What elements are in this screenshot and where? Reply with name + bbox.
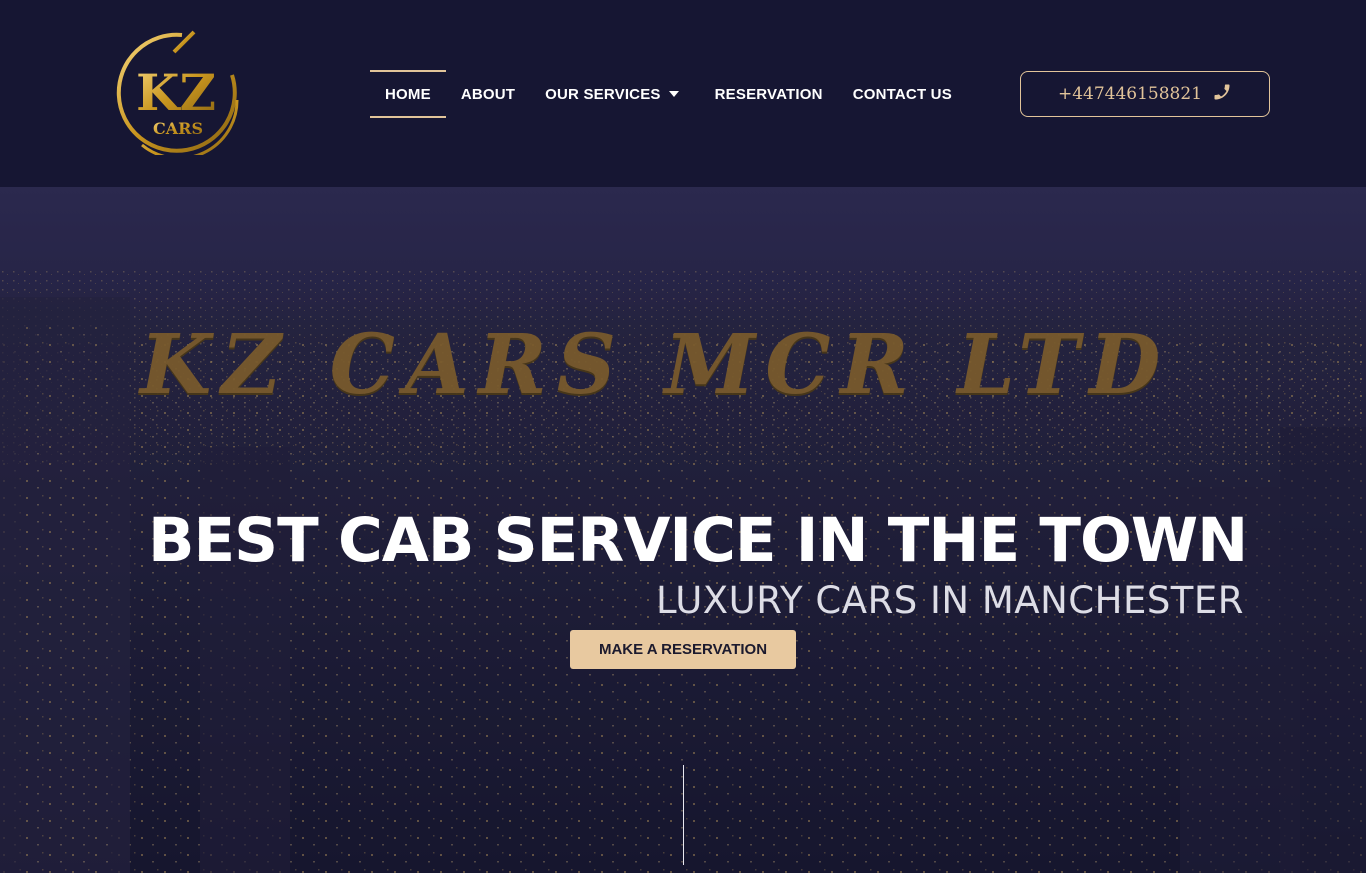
svg-text:KZ: KZ xyxy=(136,63,216,122)
hero-subline: LUXURY CARS IN MANCHESTER xyxy=(655,579,1244,622)
nav-home[interactable]: HOME xyxy=(370,70,446,118)
site-header: KZ CARS HOME ABOUT OUR SERVICES RESERVAT… xyxy=(0,0,1366,187)
nav-contact-us-label: CONTACT US xyxy=(852,85,952,103)
nav-about-label: ABOUT xyxy=(460,85,516,103)
scroll-divider xyxy=(683,765,684,865)
chevron-down-icon xyxy=(668,91,679,97)
phone-number: +447446158821 xyxy=(1057,84,1203,104)
brand-title: KZ CARS MCR LTD xyxy=(140,317,1171,413)
hero-section: KZ CARS MCR LTD BEST CAB SERVICE IN THE … xyxy=(0,187,1366,873)
phone-button[interactable]: +447446158821 xyxy=(1020,71,1270,117)
svg-text:CARS: CARS xyxy=(153,119,203,138)
phone-icon xyxy=(1212,82,1232,107)
nav-reservation[interactable]: RESERVATION xyxy=(700,70,838,118)
nav-our-services-label: OUR SERVICES xyxy=(545,85,661,103)
main-nav: HOME ABOUT OUR SERVICES RESERVATION CONT… xyxy=(370,69,967,119)
hero-headline: BEST CAB SERVICE IN THE TOWN xyxy=(148,505,1248,576)
nav-about[interactable]: ABOUT xyxy=(446,70,530,118)
nav-reservation-label: RESERVATION xyxy=(714,85,823,103)
kz-cars-logo[interactable]: KZ CARS xyxy=(112,30,242,160)
nav-contact-us[interactable]: CONTACT US xyxy=(838,70,967,118)
nav-our-services[interactable]: OUR SERVICES xyxy=(530,70,694,118)
nav-home-label: HOME xyxy=(385,85,431,103)
make-reservation-button[interactable]: MAKE A RESERVATION xyxy=(570,630,796,669)
make-reservation-label: MAKE A RESERVATION xyxy=(598,641,768,658)
